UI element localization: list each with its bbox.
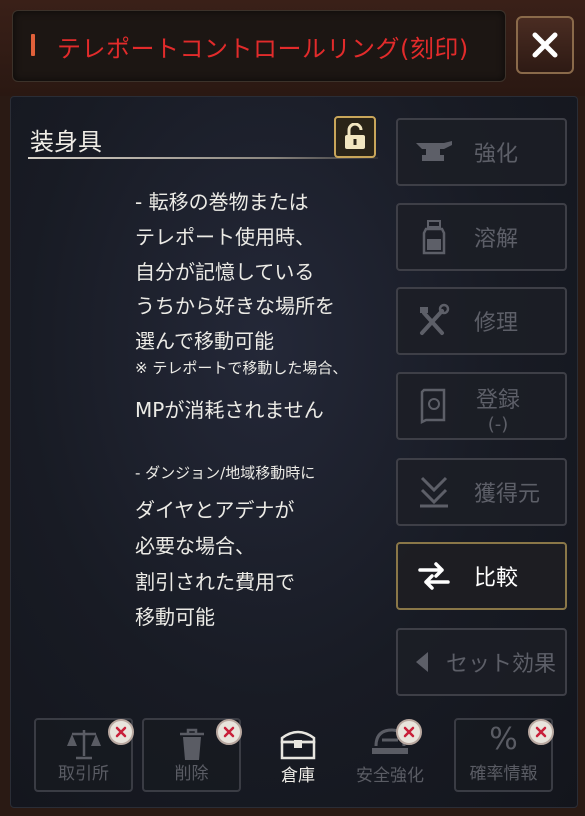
probability-info-label: 確率情報 xyxy=(469,764,538,784)
desc-line-11: 移動可能 xyxy=(135,605,215,629)
percent-icon: % xyxy=(489,722,518,757)
enhance-button[interactable]: 強化 xyxy=(396,118,567,186)
title-bar: テレポートコントロールリング(刻印) xyxy=(12,10,506,82)
desc-line-3: 自分が記憶している xyxy=(135,260,315,284)
dissolve-label: 溶解 xyxy=(474,227,519,252)
desc-line-1: - 転移の巻物または xyxy=(135,190,309,214)
close-button[interactable] xyxy=(516,16,574,74)
desc-line-6: MPが消耗されません xyxy=(135,398,324,422)
repair-label: 修理 xyxy=(474,311,519,336)
compare-button[interactable]: 比較 xyxy=(396,542,567,610)
triangle-left-icon xyxy=(416,652,428,672)
source-arrow-icon xyxy=(420,476,448,508)
section-title: 装身具 xyxy=(30,128,102,156)
safe-enhance-disabled-badge xyxy=(396,719,422,745)
lock-button[interactable] xyxy=(334,116,376,158)
exchange-disabled-badge xyxy=(108,719,134,745)
repair-button[interactable]: 修理 xyxy=(396,287,567,355)
exchange-label: 取引所 xyxy=(58,764,109,784)
lock-open-icon xyxy=(345,123,365,149)
set-effect-button[interactable]: セット効果 xyxy=(396,628,567,696)
register-button[interactable]: 登録 (-) xyxy=(396,372,567,440)
source-button[interactable]: 獲得元 xyxy=(396,458,567,526)
swap-arrows-icon xyxy=(418,562,450,590)
desc-line-2: テレポート使用時、 xyxy=(135,225,315,249)
close-icon xyxy=(223,726,235,738)
trash-icon xyxy=(179,728,204,760)
source-label: 獲得元 xyxy=(474,482,541,507)
probability-info-disabled-badge xyxy=(528,719,554,745)
safe-enhance-label: 安全強化 xyxy=(356,766,424,786)
close-icon xyxy=(403,726,415,738)
book-icon xyxy=(420,388,446,425)
delete-label: 削除 xyxy=(174,764,209,784)
storage-label: 倉庫 xyxy=(281,766,315,786)
anvil-icon xyxy=(416,141,452,161)
desc-line-9: 必要な場合、 xyxy=(135,534,255,558)
register-count: (-) xyxy=(487,414,509,435)
desc-note: ※ テレポートで移動した場合、 xyxy=(135,359,348,377)
register-label: 登録 xyxy=(476,388,521,413)
tools-icon xyxy=(420,303,450,335)
dissolve-button[interactable]: 溶解 xyxy=(396,203,567,271)
compare-label: 比較 xyxy=(474,566,519,591)
section-divider xyxy=(28,157,378,159)
close-icon xyxy=(535,726,547,738)
enhance-label: 強化 xyxy=(474,142,519,167)
close-icon xyxy=(532,32,558,58)
storage-button[interactable]: 倉庫 xyxy=(250,718,346,792)
desc-line-4: うちから好きな場所を xyxy=(135,294,335,318)
desc-line-10: 割引された費用で xyxy=(135,570,295,594)
desc-line-7: - ダンジョン/地域移動時に xyxy=(135,464,316,482)
chest-icon xyxy=(280,730,316,760)
set-effect-label: セット効果 xyxy=(446,652,557,677)
close-icon xyxy=(115,726,127,738)
potion-bottle-icon xyxy=(422,220,446,255)
desc-line-5: 選んで移動可能 xyxy=(135,329,274,353)
scales-icon xyxy=(66,730,101,760)
delete-disabled-badge xyxy=(216,719,242,745)
title-accent-bar xyxy=(31,34,35,56)
window-title: テレポートコントロールリング(刻印) xyxy=(57,35,469,63)
desc-line-8: ダイヤとアデナが xyxy=(135,498,295,522)
